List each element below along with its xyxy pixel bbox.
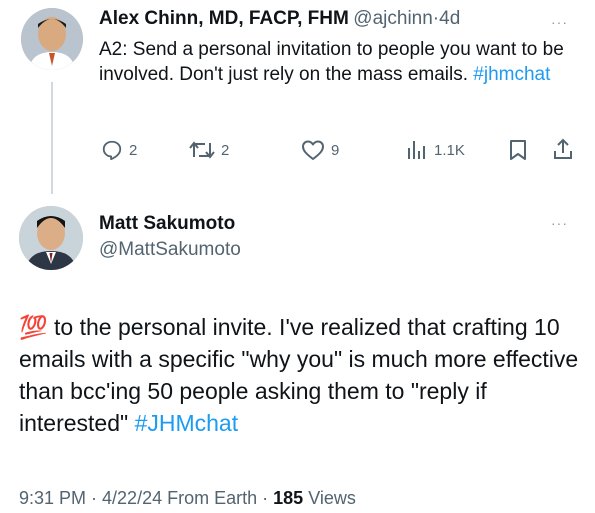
share-icon	[554, 138, 572, 159]
repost-button[interactable]: 2	[189, 139, 229, 161]
share-button[interactable]	[552, 138, 574, 165]
hashtag-link[interactable]: #JHMchat	[135, 410, 239, 436]
hundred-points-emoji: 💯	[19, 314, 48, 340]
tweet-age[interactable]: 4d	[439, 8, 460, 29]
reply-text: A2: Send a personal invitation to people…	[99, 37, 569, 87]
avatar-alex-chinn[interactable]	[21, 8, 83, 70]
author-name[interactable]: Alex Chinn, MD, FACP, FHM	[99, 8, 349, 29]
repost-icon	[189, 141, 215, 159]
reply-count: 2	[129, 141, 138, 159]
like-button[interactable]: 9	[301, 139, 339, 161]
timestamp[interactable]: 9:31 PM · 4/22/24 From Earth ·	[19, 488, 268, 508]
author-name[interactable]: Matt Sakumoto	[99, 213, 235, 235]
bookmark-button[interactable]	[508, 139, 528, 166]
reply-icon	[102, 140, 122, 161]
main-tweet-body: to the personal invite. I've realized th…	[19, 314, 579, 436]
avatar-photo	[19, 206, 83, 270]
thread-connector-line	[51, 82, 53, 194]
like-count: 9	[331, 141, 340, 159]
analytics-icon	[408, 141, 425, 159]
heart-icon	[302, 140, 324, 160]
views-button[interactable]: 1.1K	[406, 139, 465, 161]
more-options-icon[interactable]: ···	[551, 14, 568, 30]
main-tweet-text: 💯 to the personal invite. I've realized …	[19, 311, 579, 439]
views-count: 185	[273, 488, 304, 508]
hashtag-link[interactable]: #jhmchat	[473, 64, 550, 85]
reply-button[interactable]: 2	[101, 139, 137, 161]
view-count: 1.1K	[434, 141, 465, 159]
reply-header: Alex Chinn, MD, FACP, FHM @ajchinn·4d	[99, 8, 460, 30]
views-label: Views	[308, 488, 356, 508]
bookmark-icon	[510, 140, 526, 160]
repost-count: 2	[221, 141, 230, 159]
more-options-icon[interactable]: ···	[551, 215, 568, 231]
avatar-matt-sakumoto[interactable]	[19, 206, 83, 270]
author-handle[interactable]: @ajchinn	[353, 8, 433, 29]
tweet-metadata: 9:31 PM · 4/22/24 From Earth · 185 Views	[19, 488, 356, 509]
author-handle[interactable]: @MattSakumoto	[99, 239, 241, 261]
avatar-photo	[21, 8, 83, 70]
